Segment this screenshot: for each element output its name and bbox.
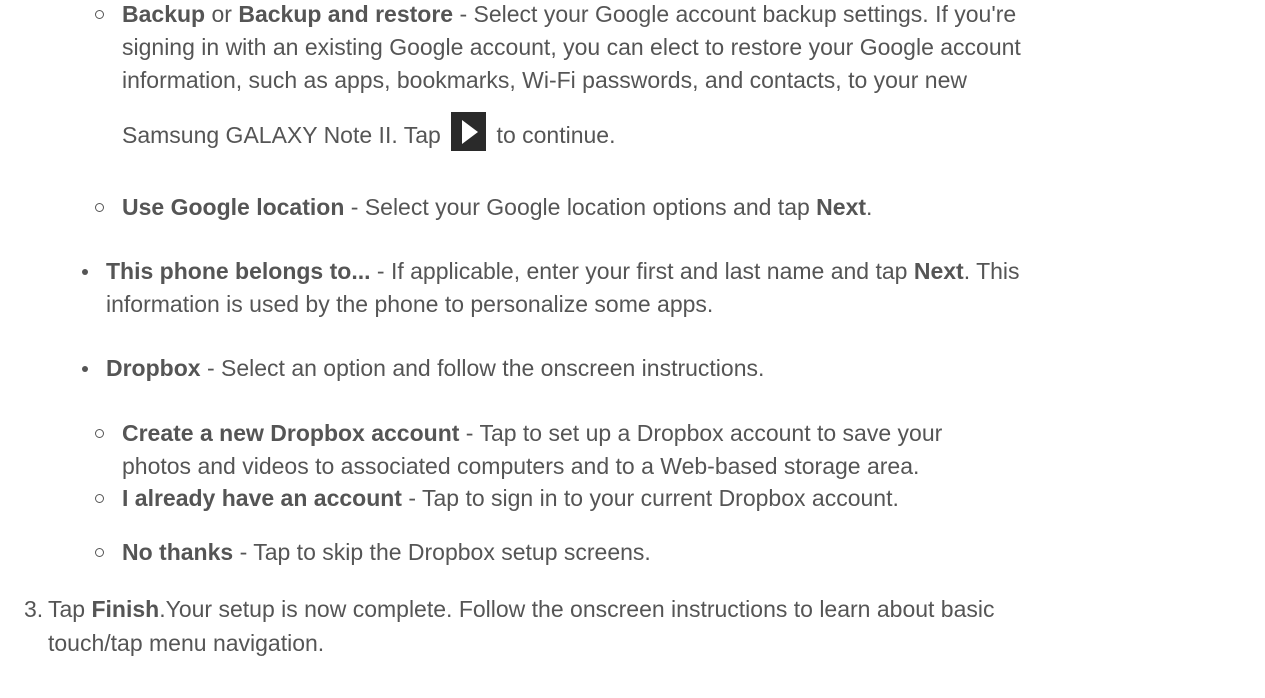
document-page: Backup or Backup and restore - Select yo… <box>0 0 1265 698</box>
backup-desc-1: - Select your Google account backup sett… <box>453 1 1017 27</box>
backup-connector: or <box>205 1 239 27</box>
step-3-finish: Finish <box>91 596 160 622</box>
backup-title: Backup <box>122 1 206 27</box>
step-3-pre: Tap <box>48 596 92 622</box>
step-3: 3. Tap Finish.Your setup is now complete… <box>24 592 1238 660</box>
dropbox-option-skip-desc: - Tap to skip the Dropbox setup screens. <box>233 539 651 565</box>
owner-item: This phone belongs to... - If applicable… <box>82 255 1236 321</box>
owner-title: This phone belongs to... <box>106 258 371 284</box>
dropbox-option-create-desc-1: - Tap to set up a Dropbox account to sav… <box>459 420 943 446</box>
owner-desc-2: information is used by the phone to pers… <box>106 291 714 317</box>
dropbox-option-create-title: Create a new Dropbox account <box>122 420 460 446</box>
owner-desc-post: . This <box>963 258 1020 284</box>
location-desc-pre: - Select your Google location options an… <box>344 194 817 220</box>
dropbox-option-skip: No thanks - Tap to skip the Dropbox setu… <box>95 536 1232 569</box>
backup-desc-3: information, such as apps, bookmarks, Wi… <box>122 67 967 93</box>
backup-desc-2: signing in with an existing Google accou… <box>122 34 1021 60</box>
dropbox-option-existing-desc: - Tap to sign in to your current Dropbox… <box>401 485 899 511</box>
play-icon <box>451 112 487 151</box>
step-3-number: 3. <box>24 596 44 622</box>
location-item: Use Google location - Select your Google… <box>95 191 1232 224</box>
dropbox-option-existing: I already have an account - Tap to sign … <box>95 482 1232 515</box>
backup-desc-line4: Samsung GALAXY Note II. Tap to continue. <box>122 112 1232 155</box>
owner-next: Next <box>913 258 964 284</box>
dropbox-option-skip-title: No thanks <box>122 539 234 565</box>
owner-desc-pre: - If applicable, enter your first and la… <box>370 258 914 284</box>
location-next: Next <box>816 194 867 220</box>
backup-desc-4-post: to continue. <box>490 122 616 148</box>
dropbox-desc: - Select an option and follow the onscre… <box>200 355 765 381</box>
dropbox-option-create: Create a new Dropbox account - Tap to se… <box>95 417 1232 483</box>
dropbox-title: Dropbox <box>106 355 201 381</box>
location-desc-post: . <box>866 194 873 220</box>
step-3-line2: touch/tap menu navigation. <box>48 630 325 656</box>
dropbox-option-create-desc-2: photos and videos to associated computer… <box>122 453 920 479</box>
dropbox-item: Dropbox - Select an option and follow th… <box>82 352 1236 385</box>
backup-item: Backup or Backup and restore - Select yo… <box>95 0 1232 97</box>
step-3-line1: .Your setup is now complete. Follow the … <box>159 596 995 622</box>
backup-desc-4-pre: Samsung GALAXY Note II. Tap <box>122 122 448 148</box>
backup-restore-title: Backup and restore <box>238 1 454 27</box>
location-title: Use Google location <box>122 194 345 220</box>
dropbox-option-existing-title: I already have an account <box>122 485 402 511</box>
